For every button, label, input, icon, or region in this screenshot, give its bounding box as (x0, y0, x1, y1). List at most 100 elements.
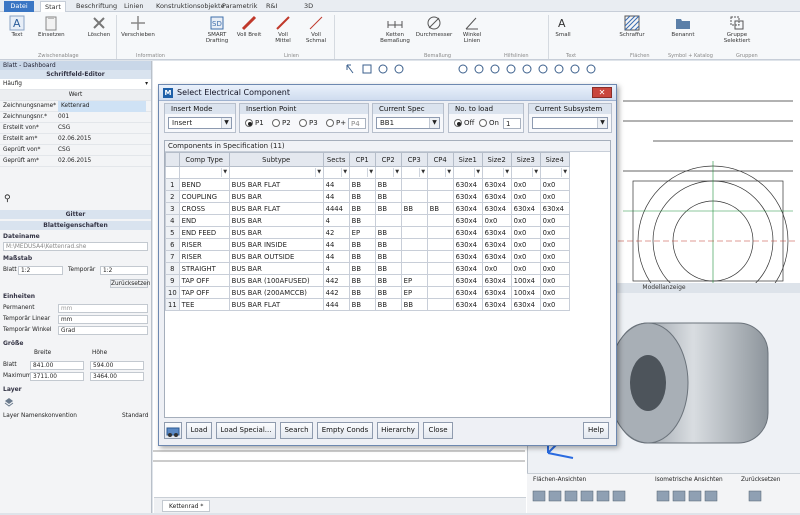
tab-3d[interactable]: 3D (300, 1, 317, 12)
custom-point-input[interactable]: P4 (348, 118, 366, 129)
blatt-width-field[interactable]: 841.00 (30, 361, 84, 370)
title-row[interactable]: Geprüft von* CSG (0, 145, 151, 156)
temp-scale-field[interactable]: 1:2 (100, 266, 148, 275)
preset-select[interactable]: Häufig ▾ (0, 79, 151, 90)
benannt-button[interactable]: Benannt (668, 15, 698, 38)
column-header[interactable]: CP1 (348, 152, 376, 167)
filter-cell[interactable]: ▼ (178, 166, 230, 179)
voll-mittel-button[interactable]: Voll Mittel (270, 15, 296, 44)
blatt-height-field[interactable]: 594.00 (90, 361, 144, 370)
ketten-bemassung-button[interactable]: Ketten Bemaßung (378, 15, 412, 44)
temp-linear-select[interactable]: mm (58, 315, 148, 324)
filter-cell[interactable]: ▼ (228, 166, 324, 179)
small-text-button[interactable]: A Small (552, 15, 574, 38)
smart-drafting-button[interactable]: SD SMART Drafting (202, 15, 232, 44)
voll-schmal-button[interactable]: Voll Schmal (302, 15, 330, 44)
einsetzen-button[interactable]: Einsetzen (38, 15, 65, 38)
table-row[interactable]: 7 RISER BUS BAR OUTSIDE 44 BB BB 630x4 630x4 0x0… (165, 250, 570, 263)
empty-conds-button[interactable]: Empty Conds (317, 422, 373, 439)
table-row[interactable]: 3 CROSS BUS BAR FLAT 4444 BB BB BB BB 630x4 630x4… (165, 202, 570, 215)
temp-angle-select[interactable]: Grad (58, 326, 148, 335)
gruppe-selektiert-button[interactable]: Gruppe Selektiert (722, 15, 752, 44)
filter-cell[interactable]: ▼ (374, 166, 402, 179)
filter-cell[interactable]: ▼ (348, 166, 376, 179)
table-cell: 630x4 (481, 178, 512, 191)
perm-units-field[interactable]: mm (58, 304, 148, 313)
tab-parametrik[interactable]: Parametrik (218, 1, 261, 12)
durchmesser-button[interactable]: Durchmesser (414, 15, 454, 38)
column-header[interactable]: CP2 (374, 152, 402, 167)
radio-p2[interactable] (272, 119, 280, 127)
table-row[interactable]: 11 TEE BUS BAR FLAT 444 BB BB BB 630x4 630x4 630x… (165, 298, 570, 311)
text-tool-button[interactable]: A Text (4, 15, 30, 38)
column-header[interactable]: Sects (322, 152, 350, 167)
radio-off[interactable] (454, 119, 462, 127)
column-header[interactable]: CP3 (400, 152, 428, 167)
column-header[interactable]: Subtype (228, 152, 324, 167)
table-row[interactable]: 5 END FEED BUS BAR 42 EP BB 630x4 630x4 0x0 0x0 (165, 226, 570, 239)
max-height-field[interactable]: 3464.00 (90, 372, 144, 381)
filter-cell[interactable]: ▼ (452, 166, 483, 179)
radio-p1[interactable] (245, 119, 253, 127)
table-row[interactable]: 8 STRAIGHT BUS BAR 4 BB BB 630x4 0x0 0x0 0x0 (165, 262, 570, 275)
current-spec-select[interactable]: BB1 ▼ (376, 117, 440, 129)
document-tab-kettenrad[interactable]: Kettenrad * (162, 500, 211, 512)
title-row[interactable]: Erstellt von* CSG (0, 123, 151, 134)
table-row[interactable]: 2 COUPLING BUS BAR 44 BB BB 630x4 630x4 0x0 0x0 (165, 190, 570, 203)
winkel-linien-button[interactable]: Winkel Linien (458, 15, 486, 44)
row-number-cell: 11 (165, 298, 180, 311)
close-icon[interactable]: ✕ (592, 87, 612, 98)
hierarchy-button[interactable]: Hierarchy (377, 422, 419, 439)
table-row[interactable]: 4 END BUS BAR 4 BB 630x4 0x0 0x0 0x0 (165, 214, 570, 227)
current-subsystem-select[interactable]: ▼ (532, 117, 608, 129)
reset-scale-button[interactable]: Zurücksetzen (110, 279, 150, 288)
load-count-input[interactable]: 1 (503, 118, 521, 129)
column-header[interactable]: Size3 (510, 152, 541, 167)
title-row[interactable]: Geprüft am* 02.06.2015 (0, 156, 151, 167)
radio-pplus[interactable] (326, 119, 334, 127)
filter-cell[interactable]: ▼ (322, 166, 350, 179)
max-width-field[interactable]: 3711.00 (30, 372, 84, 381)
dialog-titlebar[interactable]: M Select Electrical Component ✕ (159, 85, 616, 101)
view-buttons[interactable] (527, 487, 800, 511)
tab-start[interactable]: Start (40, 1, 66, 12)
load-special-button[interactable]: Load Special... (216, 422, 276, 439)
search-button[interactable]: Search (280, 422, 313, 439)
filter-cell[interactable]: ▼ (539, 166, 570, 179)
table-row[interactable]: 10 TAP OFF BUS BAR (200AMCCB) 442 BB BB EP 630x… (165, 286, 570, 299)
verschieben-button[interactable]: Verschieben (120, 15, 156, 38)
table-row[interactable]: 6 RISER BUS BAR INSIDE 44 BB BB 630x4 630x4 0x0 0… (165, 238, 570, 251)
load-button[interactable]: Load (186, 422, 212, 439)
grid-section[interactable]: Gitter (0, 210, 151, 219)
sheet-scale-field[interactable]: 1:2 (18, 266, 63, 275)
loeschen-button[interactable]: Löschen (86, 15, 112, 38)
title-row[interactable]: Zeichnungsnr.* 001 (0, 112, 151, 123)
title-row[interactable]: Erstellt am* 02.06.2015 (0, 134, 151, 145)
table-row[interactable]: 1 BEND BUS BAR FLAT 44 BB BB 630x4 630x4 0x0 0x0 (165, 178, 570, 191)
tab-datei[interactable]: Datei (4, 1, 34, 12)
library-button[interactable] (164, 422, 182, 439)
tab-beschriftung[interactable]: Beschriftung (72, 1, 121, 12)
search-icon[interactable]: ⚲ (4, 194, 11, 204)
filter-cell[interactable]: ▼ (510, 166, 541, 179)
title-row[interactable]: Zeichnungsname* Kettenrad (0, 101, 151, 112)
column-header[interactable]: Size2 (481, 152, 512, 167)
column-header[interactable]: Size4 (539, 152, 570, 167)
column-header[interactable]: Comp Type (178, 152, 230, 167)
insert-mode-select[interactable]: Insert ▼ (168, 117, 232, 129)
schraffur-button[interactable]: Schraffur (618, 15, 646, 38)
help-button[interactable]: Help (583, 422, 609, 439)
filter-cell[interactable]: ▼ (481, 166, 512, 179)
radio-p3[interactable] (299, 119, 307, 127)
filter-cell[interactable]: ▼ (400, 166, 428, 179)
table-row[interactable]: 9 TAP OFF BUS BAR (100AFUSED) 442 BB BB EP 630x… (165, 274, 570, 287)
filter-cell[interactable]: ▼ (426, 166, 454, 179)
column-header[interactable]: Size1 (452, 152, 483, 167)
radio-on[interactable] (479, 119, 487, 127)
voll-breit-button[interactable]: Voll Breit (236, 15, 262, 38)
file-name-field[interactable]: M:\MEDUSA4\Kettenrad.she (3, 242, 148, 251)
close-button[interactable]: Close (423, 422, 453, 439)
tab-ri[interactable]: R&I (262, 1, 282, 12)
tab-linien[interactable]: Linien (120, 1, 147, 12)
column-header[interactable]: CP4 (426, 152, 454, 167)
